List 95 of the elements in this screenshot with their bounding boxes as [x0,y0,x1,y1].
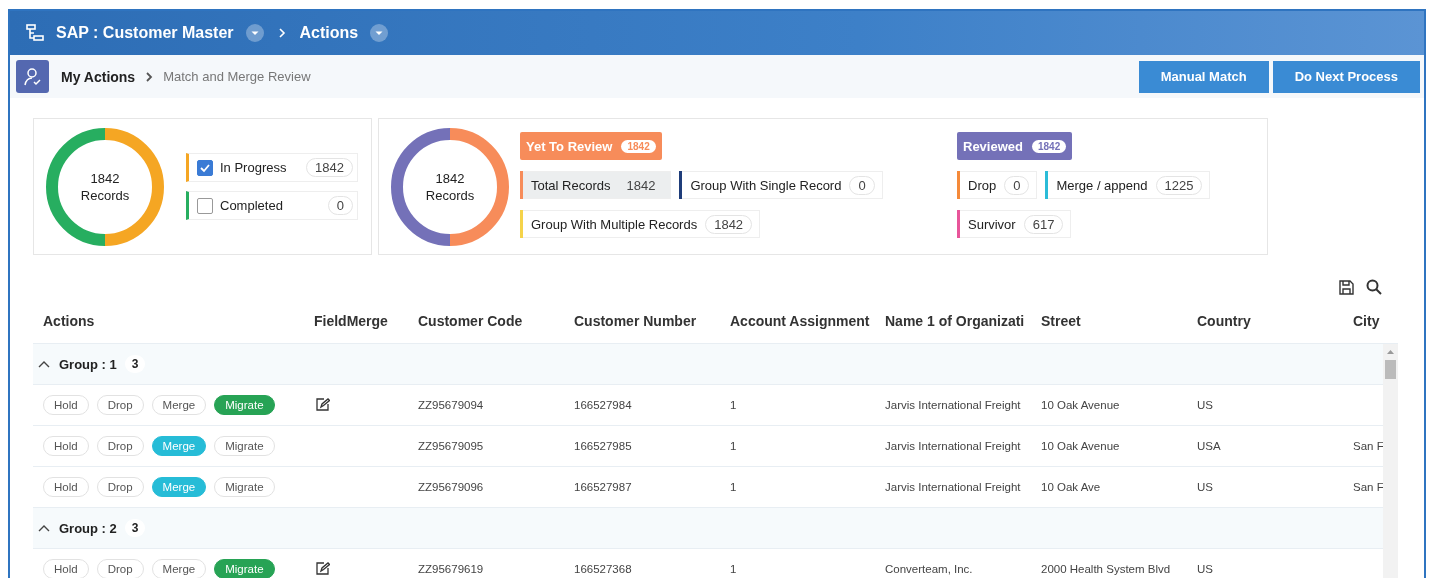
status-filter[interactable]: Completed 0 [186,191,358,220]
review-filter[interactable]: Merge / append 1225 [1045,171,1211,199]
action-toggle[interactable]: Drop [96,559,144,578]
chevron-icon [145,70,154,83]
count-badge: 3 [124,355,146,373]
count-badge: 0 [849,175,875,195]
table-cell: San F [1353,481,1383,493]
table-cell-text: ZZ95679619 [418,563,485,575]
column-header[interactable]: Customer Code [418,313,574,329]
review-filter[interactable]: Survivor 617 [957,210,1072,238]
user-check-icon[interactable] [16,60,49,93]
donut-caption: Records [80,186,130,204]
review-filter[interactable]: Group With Single Record 0 [679,171,883,199]
table-cell-text: ZZ95679095 [418,440,485,452]
column-header[interactable]: Street [1041,313,1197,329]
checkbox[interactable] [197,197,213,214]
table-cell-text: Jarvis International Freight [885,399,1022,411]
save-icon[interactable] [1339,279,1354,295]
donut-value: 1842 [435,169,465,187]
review-filter[interactable]: Drop 0 [957,171,1038,199]
donut-caption: Records [425,186,475,204]
search-icon[interactable] [1366,279,1382,295]
chevron-icon[interactable] [37,359,51,369]
count-badge: 617 [1023,214,1064,234]
column-header[interactable]: Actions [33,313,314,329]
table-cell: San F [1353,440,1383,452]
table-cell-text: ZZ95679094 [418,399,485,411]
action-toggle[interactable]: Hold [43,395,89,415]
count-text: 1842 [625,176,657,194]
breadcrumb-current: Match and Merge Review [163,69,311,84]
column-header[interactable]: Account Assignment [730,313,885,329]
section-tag: Yet To Review 1842 [520,132,662,160]
table-cell-text: Converteam, Inc. [885,563,974,575]
action-toggle[interactable]: Migrate [214,477,275,497]
table-cell-text: 166527368 [574,563,633,575]
column-header[interactable]: City [1353,313,1383,329]
review-filter[interactable]: Total Records 1842 [520,171,672,199]
count-badge: 0 [1004,175,1030,195]
action-toggle[interactable]: Migrate [214,436,275,456]
count-badge: 1842 [705,214,753,234]
table-cell-text: USA [1197,440,1222,452]
action-toggle[interactable]: Hold [43,477,89,497]
hierarchy-icon [26,24,44,42]
header-title: Actions [299,24,359,42]
action-button[interactable]: Do Next Process [1272,60,1420,93]
count-badge: 1842 [621,139,656,153]
header-title: SAP : Customer Master [56,24,234,42]
count-badge: 1842 [1032,139,1067,153]
dropdown-button[interactable] [245,24,264,42]
table-cell-text: US [1197,563,1214,575]
table-cell-text: Jarvis International Freight [885,440,1022,452]
table-cell-text: 1 [730,399,738,411]
table-cell-text: 10 Oak Avenue [1041,440,1121,452]
action-toggle[interactable]: Drop [96,395,144,415]
chevron-icon[interactable] [37,523,51,533]
count-badge: 1225 [1155,175,1203,195]
action-toggle[interactable]: Merge [151,559,207,578]
status-filter[interactable]: In Progress 1842 [186,153,358,182]
review-filter[interactable]: Group With Multiple Records 1842 [520,210,761,238]
action-toggle[interactable]: Hold [43,436,89,456]
dropdown-button[interactable] [370,24,389,42]
column-header[interactable]: Name 1 of Organizati [885,313,1041,329]
action-toggle[interactable]: Drop [96,436,144,456]
table-cell-text: 1 [730,440,738,452]
edit-icon[interactable] [316,397,330,411]
checkbox[interactable] [197,159,213,176]
action-toggle[interactable]: Drop [96,477,144,497]
column-header[interactable]: FieldMerge [314,313,418,329]
section-tag: Reviewed 1842 [957,132,1073,160]
table-cell-text: 2000 Health System Blvd [1041,563,1172,575]
table-cell-text: US [1197,399,1214,411]
group-label: Group : 2 [59,520,117,536]
table-cell-text: 166527987 [574,481,633,493]
table-cell-text: 10 Oak Avenue [1041,399,1121,411]
action-button[interactable]: Manual Match [1138,60,1269,93]
table-cell-text: 1 [730,563,738,575]
table-cell-text: 166527984 [574,399,633,411]
status-label: Completed [220,198,284,213]
breadcrumb-link[interactable]: My Actions [61,68,136,85]
action-toggle[interactable]: Hold [43,559,89,578]
table-cell-text: ZZ95679096 [418,481,485,493]
group-label: Group : 1 [59,356,117,372]
chevron-icon [277,27,286,39]
edit-icon[interactable] [316,561,330,575]
table-cell-text: Jarvis International Freight [885,481,1022,493]
column-header[interactable]: Customer Number [574,313,730,329]
table-cell-text: 1 [730,481,738,493]
status-label: In Progress [220,160,288,175]
column-header[interactable]: Country [1197,313,1353,329]
table-cell-text: 166527985 [574,440,633,452]
action-toggle[interactable]: Merge [151,395,207,415]
table-cell-text: US [1197,481,1214,493]
count-badge: 3 [124,519,146,537]
donut-value: 1842 [90,169,120,187]
table-cell-text: 10 Oak Ave [1041,481,1102,493]
